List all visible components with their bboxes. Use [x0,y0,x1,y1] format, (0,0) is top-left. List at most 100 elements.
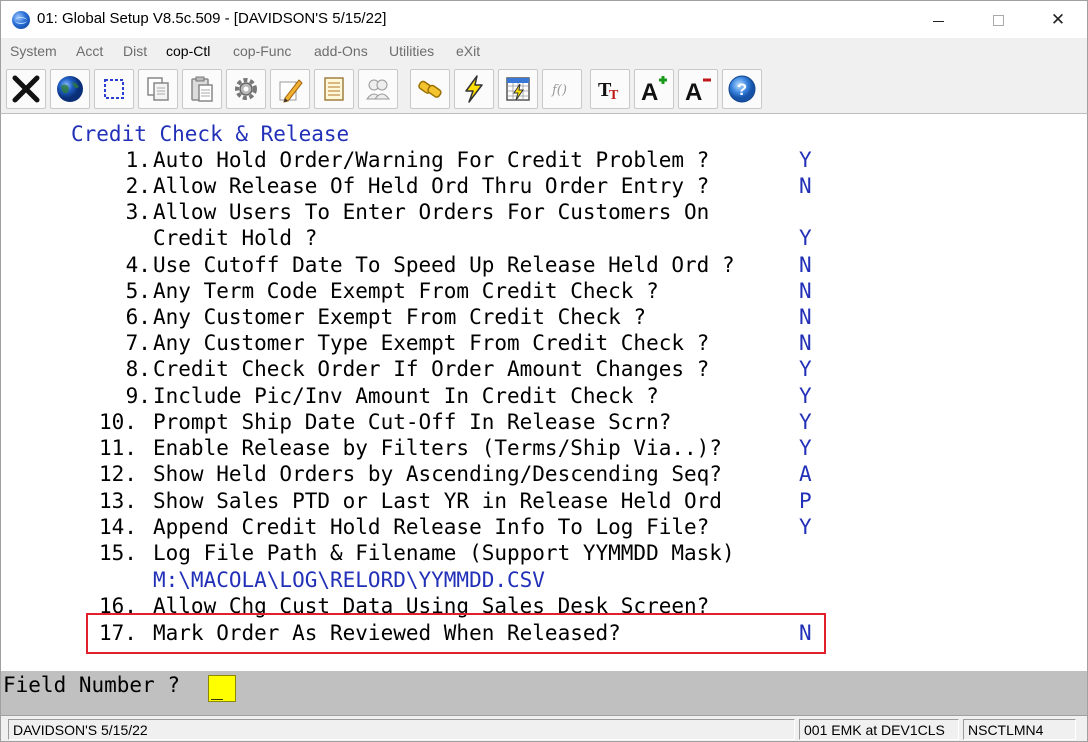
toolbar-exit-button[interactable] [6,69,46,109]
maximize-button[interactable] [975,1,1021,39]
question-1-text[interactable]: Auto Hold Order/Warning For Credit Probl… [153,147,709,173]
menu-utilities[interactable]: Utilities [389,43,434,59]
question-10-answer[interactable]: Y [799,409,812,435]
paste-icon [191,76,213,102]
question-4-answer[interactable]: N [799,252,812,278]
close-x-icon [12,75,40,103]
title-bar: 01: Global Setup V8.5c.509 - [DAVIDSON'S… [0,0,1088,38]
question-15-number: 15. [99,541,137,565]
svg-text:f(): f() [551,83,567,98]
question-13-answer[interactable]: P [799,488,812,514]
menu-exit[interactable]: eXit [456,43,480,59]
toolbar-globe-button[interactable] [50,69,90,109]
notepad-icon [324,77,344,101]
font-increase-icon: A [641,76,667,104]
question-14-text[interactable]: Append Credit Hold Release Info To Log F… [153,514,709,540]
question-9-text[interactable]: Include Pic/Inv Amount In Credit Check ? [153,383,659,409]
field-number-input[interactable]: _ [208,675,236,702]
question-7-text[interactable]: Any Customer Type Exempt From Credit Che… [153,330,709,356]
toolbar-link-button[interactable] [410,69,450,109]
status-company: DAVIDSON'S 5/15/22 [8,719,795,740]
menu-bar: System Acct Dist cop-Ctl cop-Func add-On… [0,38,1088,64]
status-bar: DAVIDSON'S 5/15/22 001 EMK at DEV1CLS NS… [0,715,1088,742]
question-11-answer[interactable]: Y [799,435,812,461]
question-5-answer[interactable]: N [799,278,812,304]
question-12-number: 12. [99,462,137,486]
question-13-number: 13. [99,489,137,513]
function-icon: f() [551,83,567,98]
question-10-text[interactable]: Prompt Ship Date Cut-Off In Release Scrn… [153,409,671,435]
edit-pencil-icon [279,79,303,103]
question-7-number: 7. [113,331,151,355]
menu-cop-ctl[interactable]: cop-Ctl [166,43,210,59]
toolbar-function-button[interactable]: f() [542,69,582,109]
question-4-text[interactable]: Use Cutoff Date To Speed Up Release Held… [153,252,735,278]
question-3-text[interactable]: Allow Users To Enter Orders For Customer… [153,199,709,225]
toolbar-lightning-button[interactable] [454,69,494,109]
font-icon: TT [598,79,619,103]
screen-heading: Credit Check & Release [71,122,350,146]
question-14-number: 14. [99,515,137,539]
question-9-number: 9. [113,384,151,408]
globe-app-icon[interactable] [12,11,30,29]
question-6-answer[interactable]: N [799,304,812,330]
toolbar-calculator-button[interactable] [498,69,538,109]
toolbar-font-decrease-button[interactable]: A [678,69,718,109]
toolbar-font-button[interactable]: TT [590,69,630,109]
question-10-number: 10. [99,410,137,434]
toolbar: f() TT A A ? [0,64,1088,114]
status-user: 001 EMK at DEV1CLS [799,719,959,740]
question-6-text[interactable]: Any Customer Exempt From Credit Check ? [153,304,646,330]
question-3-number: 3. [113,200,151,224]
question-3-text-continued: Credit Hold ? [153,226,318,250]
menu-dist[interactable]: Dist [123,43,147,59]
question-1-answer[interactable]: Y [799,147,812,173]
toolbar-settings-button[interactable] [226,69,266,109]
question-11-text[interactable]: Enable Release by Filters (Terms/Ship Vi… [153,435,722,461]
question-5-text[interactable]: Any Term Code Exempt From Credit Check ? [153,278,659,304]
lightning-icon [465,75,483,103]
question-12-answer[interactable]: A [799,461,812,487]
toolbar-font-increase-button[interactable]: A [634,69,674,109]
toolbar-copy-button[interactable] [138,69,178,109]
question-4-number: 4. [113,253,151,277]
maximize-icon [992,14,1004,26]
question-15-text[interactable]: Log File Path & Filename (Support YYMMDD… [153,540,735,566]
menu-add-ons[interactable]: add-Ons [314,43,368,59]
question-9-answer[interactable]: Y [799,383,812,409]
terminal-screen: Credit Check & Release 1. Auto Hold Orde… [0,114,1088,671]
toolbar-select-button[interactable] [94,69,134,109]
question-8-answer[interactable]: Y [799,356,812,382]
svg-text:A: A [641,79,658,104]
field-number-label: Field Number ? [3,673,181,697]
close-icon: ✕ [1050,9,1066,30]
svg-text:T: T [609,88,619,103]
question-7-answer[interactable]: N [799,330,812,356]
toolbar-notepad-button[interactable] [314,69,354,109]
close-button[interactable]: ✕ [1035,1,1081,39]
highlight-annotation-box [86,613,826,654]
toolbar-users-button[interactable] [358,69,398,109]
minimize-button[interactable] [915,1,961,39]
question-12-text[interactable]: Show Held Orders by Ascending/Descending… [153,461,722,487]
question-2-text[interactable]: Allow Release Of Held Ord Thru Order Ent… [153,173,709,199]
select-box-icon [104,79,124,99]
users-icon [366,79,390,100]
menu-cop-func[interactable]: cop-Func [233,43,291,59]
question-3-answer[interactable]: Y [799,225,812,251]
question-14-answer[interactable]: Y [799,514,812,540]
question-2-answer[interactable]: N [799,173,812,199]
question-2-number: 2. [113,174,151,198]
toolbar-paste-button[interactable] [182,69,222,109]
question-13-text[interactable]: Show Sales PTD or Last YR in Release Hel… [153,488,722,514]
log-file-path[interactable]: M:\MACOLA\LOG\RELORD\YYMMDD.CSV [153,567,545,593]
help-icon: ? [728,75,756,103]
question-8-text[interactable]: Credit Check Order If Order Amount Chang… [153,356,709,382]
question-8-number: 8. [113,357,151,381]
toolbar-edit-button[interactable] [270,69,310,109]
link-icon [418,80,442,98]
menu-acct[interactable]: Acct [76,43,103,59]
toolbar-help-button[interactable]: ? [722,69,762,109]
menu-system[interactable]: System [10,43,57,59]
globe-icon [57,76,83,102]
